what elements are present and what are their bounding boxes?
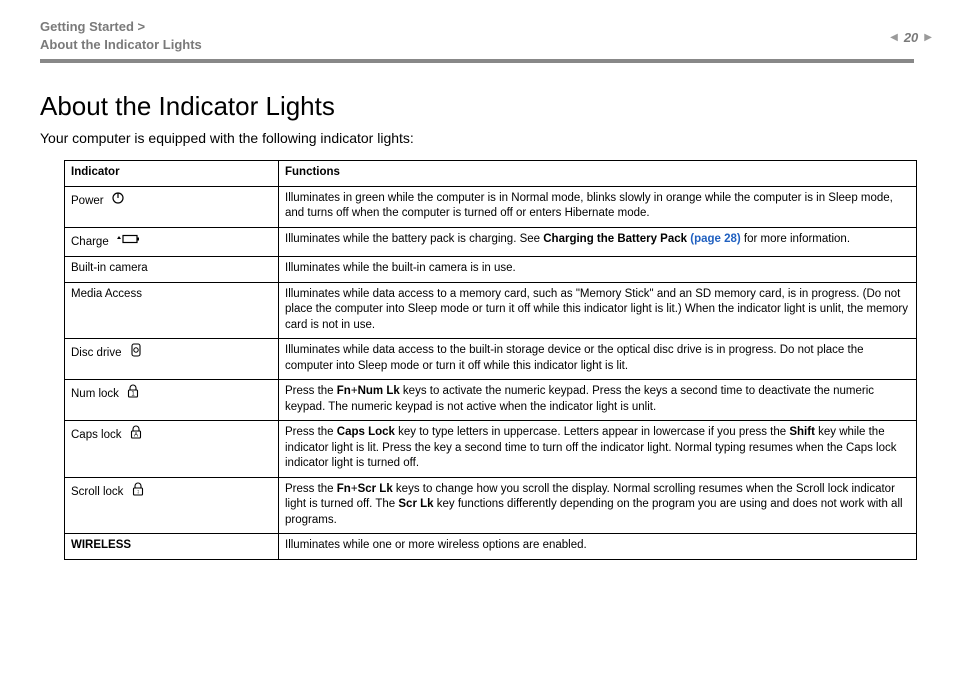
function-cell: Illuminates in green while the computer …	[279, 186, 917, 227]
table-row: Built-in cameraIlluminates while the bui…	[65, 257, 917, 283]
text-run: Shift	[789, 426, 815, 438]
text-run: Fn	[337, 483, 351, 495]
text-run: Scr Lk	[398, 498, 433, 510]
breadcrumb-line-2: About the Indicator Lights	[40, 36, 914, 54]
indicator-cell: Media Access	[65, 282, 279, 339]
next-page-icon[interactable]: ▶	[924, 32, 932, 43]
function-cell: Press the Fn+Scr Lk keys to change how y…	[279, 477, 917, 534]
power-icon	[111, 191, 125, 211]
function-cell: Press the Caps Lock key to type letters …	[279, 421, 917, 478]
disc-icon	[129, 343, 143, 363]
function-cell: Illuminates while data access to the bui…	[279, 339, 917, 380]
text-run: Fn	[337, 385, 351, 397]
table-row: Caps lock APress the Caps Lock key to ty…	[65, 421, 917, 478]
svg-text:A: A	[134, 433, 138, 439]
text-run: Num Lk	[358, 385, 400, 397]
svg-text:↕: ↕	[136, 489, 139, 495]
page-link[interactable]: (page 28)	[690, 233, 741, 245]
indicator-cell: Built-in camera	[65, 257, 279, 283]
indicator-table: Indicator Functions Power Illuminates in…	[64, 160, 917, 560]
table-row: Charge Illuminates while the battery pac…	[65, 227, 917, 257]
text-run: Scr Lk	[358, 483, 393, 495]
table-row: Num lock 1Press the Fn+Num Lk keys to ac…	[65, 380, 917, 421]
indicator-cell: Num lock 1	[65, 380, 279, 421]
function-cell: Illuminates while the battery pack is ch…	[279, 227, 917, 257]
breadcrumb-line-1: Getting Started >	[40, 18, 914, 36]
charge-icon	[116, 232, 140, 252]
indicator-cell: Power	[65, 186, 279, 227]
numlock-icon: 1	[126, 384, 140, 404]
indicator-cell: Disc drive	[65, 339, 279, 380]
indicator-cell: Charge	[65, 227, 279, 257]
intro-text: Your computer is equipped with the follo…	[40, 130, 914, 146]
text-run: Caps Lock	[337, 426, 395, 438]
page-number: 20	[904, 30, 918, 45]
indicator-cell: Scroll lock ↕	[65, 477, 279, 534]
indicator-cell: WIRELESS	[65, 534, 279, 560]
function-cell: Illuminates while the built-in camera is…	[279, 257, 917, 283]
table-header-row: Indicator Functions	[65, 161, 917, 187]
table-row: Power Illuminates in green while the com…	[65, 186, 917, 227]
prev-page-icon[interactable]: ◀	[890, 32, 898, 43]
page-number-nav: ◀ 20 ▶	[890, 30, 932, 45]
header-indicator: Indicator	[65, 161, 279, 187]
function-cell: Illuminates while data access to a memor…	[279, 282, 917, 339]
breadcrumb: Getting Started > About the Indicator Li…	[40, 18, 914, 53]
text-run: Charging the Battery Pack	[543, 233, 690, 245]
page-title: About the Indicator Lights	[40, 91, 914, 122]
table-row: Disc drive Illuminates while data access…	[65, 339, 917, 380]
function-cell: Illuminates while one or more wireless o…	[279, 534, 917, 560]
table-row: Media AccessIlluminates while data acces…	[65, 282, 917, 339]
table-row: Scroll lock ↕Press the Fn+Scr Lk keys to…	[65, 477, 917, 534]
function-cell: Press the Fn+Num Lk keys to activate the…	[279, 380, 917, 421]
indicator-cell: Caps lock A	[65, 421, 279, 478]
capslock-icon: A	[129, 425, 143, 445]
table-row: WIRELESSIlluminates while one or more wi…	[65, 534, 917, 560]
divider	[40, 61, 914, 63]
header-functions: Functions	[279, 161, 917, 187]
scrolllock-icon: ↕	[131, 482, 145, 502]
